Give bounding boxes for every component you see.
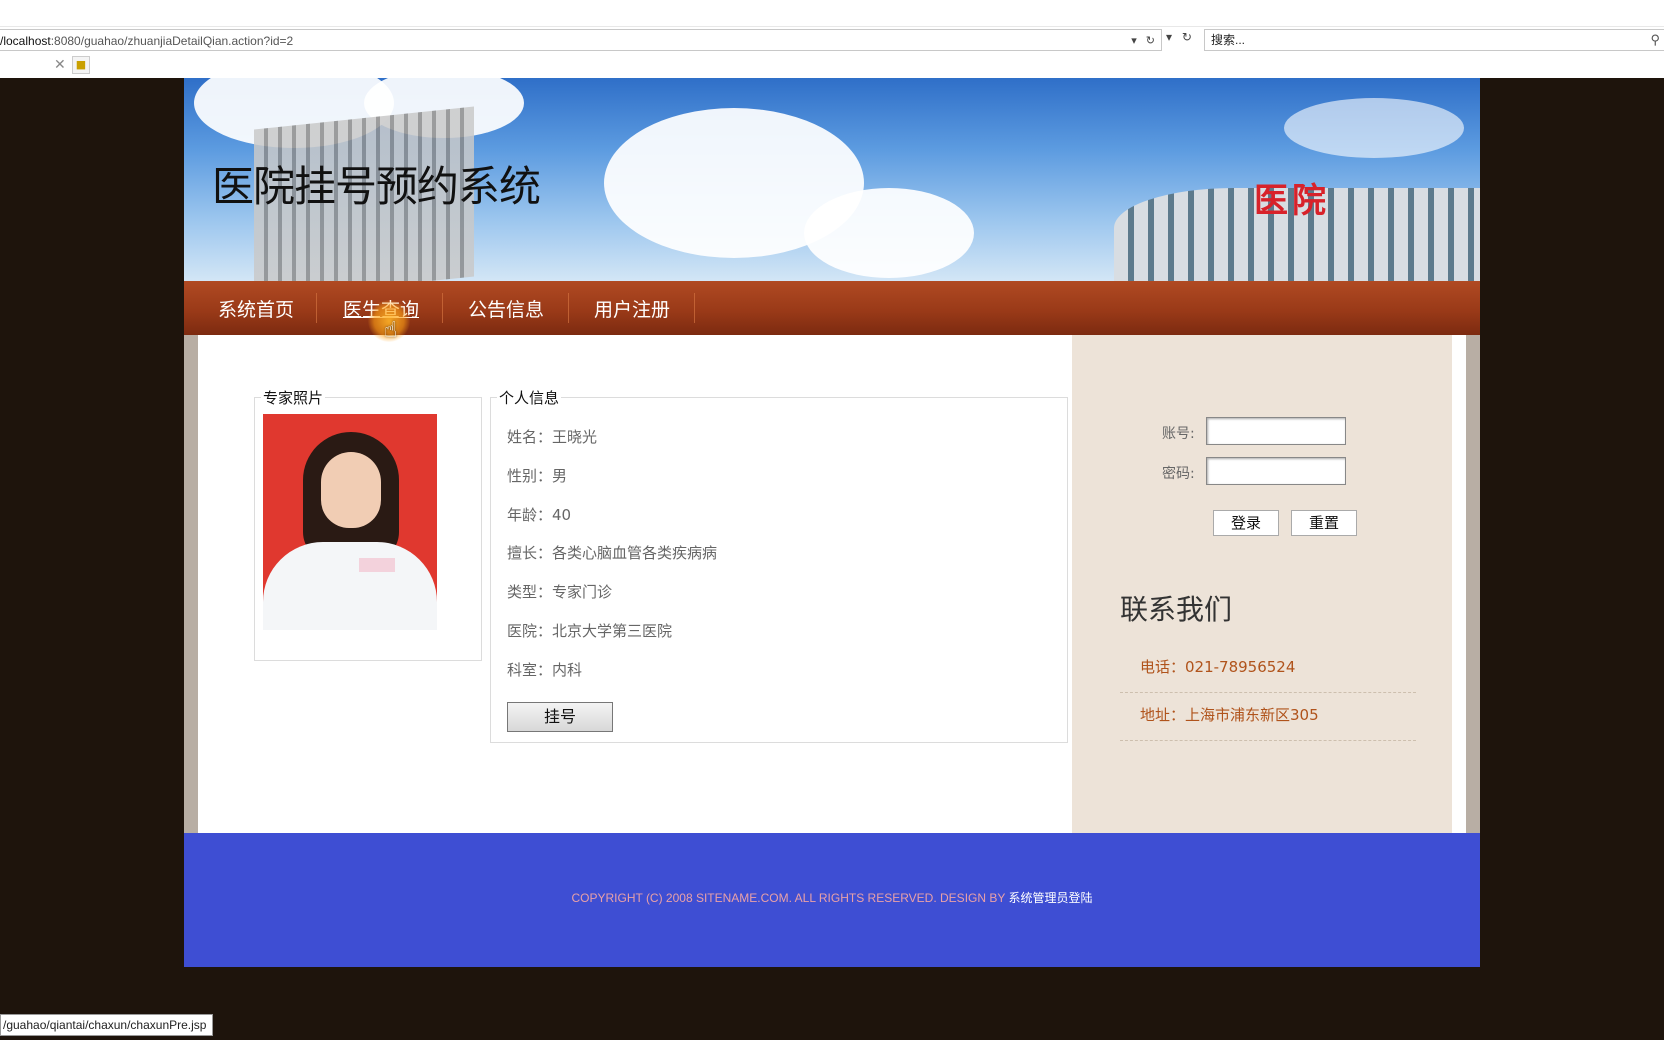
address-host: /localhost — [0, 34, 51, 48]
reload-icon[interactable]: ↻ — [1182, 30, 1192, 44]
photo-legend: 专家照片 — [263, 389, 324, 407]
info-gender: 性别：男 — [507, 465, 567, 486]
info-value: 男 — [552, 467, 568, 485]
password-input[interactable] — [1206, 457, 1346, 485]
info-label: 类型： — [507, 583, 553, 601]
nav-separator — [694, 293, 695, 323]
address-nav-buttons: ▾ ↻ — [1166, 30, 1198, 44]
photo-coat — [263, 542, 437, 630]
info-label: 医院： — [507, 622, 553, 640]
info-label: 科室： — [507, 661, 553, 679]
cloud-shape — [804, 188, 974, 278]
status-bar-url: /guahao/qiantai/chaxun/chaxunPre.jsp — [0, 1014, 214, 1036]
contact-title: 联系我们 — [1120, 593, 1233, 626]
site-banner: 医院 医院挂号预约系统 — [184, 78, 1480, 281]
browser-top-strip — [0, 0, 1664, 27]
info-label: 姓名： — [507, 428, 553, 446]
address-path: :8080/guahao/zhuanjiaDetailQian.action?i… — [50, 34, 294, 48]
nav-register[interactable]: 用户注册 — [594, 281, 670, 335]
nav-separator — [442, 293, 443, 323]
info-label: 年龄： — [507, 506, 553, 524]
nav-separator — [568, 293, 569, 323]
hospital-sign: 医院 — [1254, 181, 1330, 221]
hand-cursor-icon: ☝ — [384, 318, 398, 343]
right-sidebar: 账号: 密码: 登录 重置 联系我们 电话：021-78956524 地址：上海… — [1072, 335, 1452, 833]
contact-phone: 电话：021-78956524 — [1120, 645, 1416, 693]
address-bar[interactable]: /localhost:8080/guahao/zhuanjiaDetailQia… — [0, 29, 1162, 51]
tab-row: ✕ ■ — [0, 54, 1664, 78]
site-title: 医院挂号预约系统 — [212, 162, 541, 211]
photo-fieldset: 专家照片 — [254, 387, 482, 661]
info-value: 40 — [552, 506, 572, 524]
browser-chrome: /localhost:8080/guahao/zhuanjiaDetailQia… — [0, 0, 1664, 78]
info-value: 王晓光 — [552, 428, 598, 446]
password-label: 密码: — [1162, 466, 1195, 482]
info-name: 姓名：王晓光 — [507, 426, 597, 447]
account-input[interactable] — [1206, 417, 1346, 445]
photo-badge — [359, 558, 395, 572]
contact-address: 地址：上海市浦东新区305 — [1120, 693, 1416, 741]
nav-separator — [316, 293, 317, 323]
photo-face — [321, 452, 381, 528]
page-container: 医院 医院挂号预约系统 系统首页 医生查询 公告信息 用户注册 专家照片 个人信… — [184, 78, 1480, 967]
search-input[interactable]: 搜索... ⚲ — [1204, 29, 1664, 51]
site-footer: COPYRIGHT (C) 2008 SITENAME.COM. ALL RIG… — [184, 833, 1480, 967]
info-specialty: 擅长：各类心脑血管各类疾病病 — [507, 542, 717, 563]
cloud-shape — [1284, 98, 1464, 158]
main-content: 专家照片 个人信息 姓名：王晓光 性别：男 年龄：40 擅长：各类心脑血管各类疾… — [184, 335, 1480, 833]
refresh-icon[interactable]: ↻ — [1146, 35, 1155, 47]
doctor-photo — [263, 414, 437, 630]
search-icon[interactable]: ⚲ — [1650, 30, 1660, 50]
info-label: 性别： — [507, 467, 553, 485]
info-legend: 个人信息 — [499, 389, 560, 407]
info-fieldset: 个人信息 姓名：王晓光 性别：男 年龄：40 擅长：各类心脑血管各类疾病病 类型… — [490, 387, 1068, 743]
login-button[interactable]: 登录 — [1213, 510, 1279, 536]
account-label: 账号: — [1162, 426, 1195, 442]
info-value: 专家门诊 — [552, 583, 613, 601]
reset-button[interactable]: 重置 — [1291, 510, 1357, 536]
info-value: 内科 — [552, 661, 583, 679]
history-dropdown-icon[interactable]: ▾ — [1166, 30, 1172, 44]
address-icons: ▾ ↻ — [1125, 30, 1155, 52]
info-value: 北京大学第三医院 — [552, 622, 673, 640]
dropdown-icon[interactable]: ▾ — [1131, 35, 1137, 47]
info-label: 擅长： — [507, 544, 553, 562]
new-tab-icon[interactable]: ■ — [72, 56, 90, 74]
nav-home[interactable]: 系统首页 — [218, 281, 294, 335]
copyright-label: COPYRIGHT (C) 2008 SITENAME.COM. ALL RIG… — [571, 891, 1009, 905]
copyright-text: COPYRIGHT (C) 2008 SITENAME.COM. ALL RIG… — [184, 889, 1480, 906]
nav-announcements[interactable]: 公告信息 — [468, 281, 544, 335]
search-placeholder: 搜索... — [1211, 33, 1246, 47]
admin-login-link[interactable]: 系统管理员登陆 — [1008, 891, 1092, 905]
info-age: 年龄：40 — [507, 504, 571, 525]
info-department: 科室：内科 — [507, 659, 582, 680]
info-value: 各类心脑血管各类疾病病 — [552, 544, 718, 562]
info-hospital: 医院：北京大学第三医院 — [507, 620, 672, 641]
register-appointment-button[interactable]: 挂号 — [507, 702, 613, 732]
close-icon[interactable]: ✕ — [54, 57, 66, 73]
info-type: 类型：专家门诊 — [507, 581, 612, 602]
